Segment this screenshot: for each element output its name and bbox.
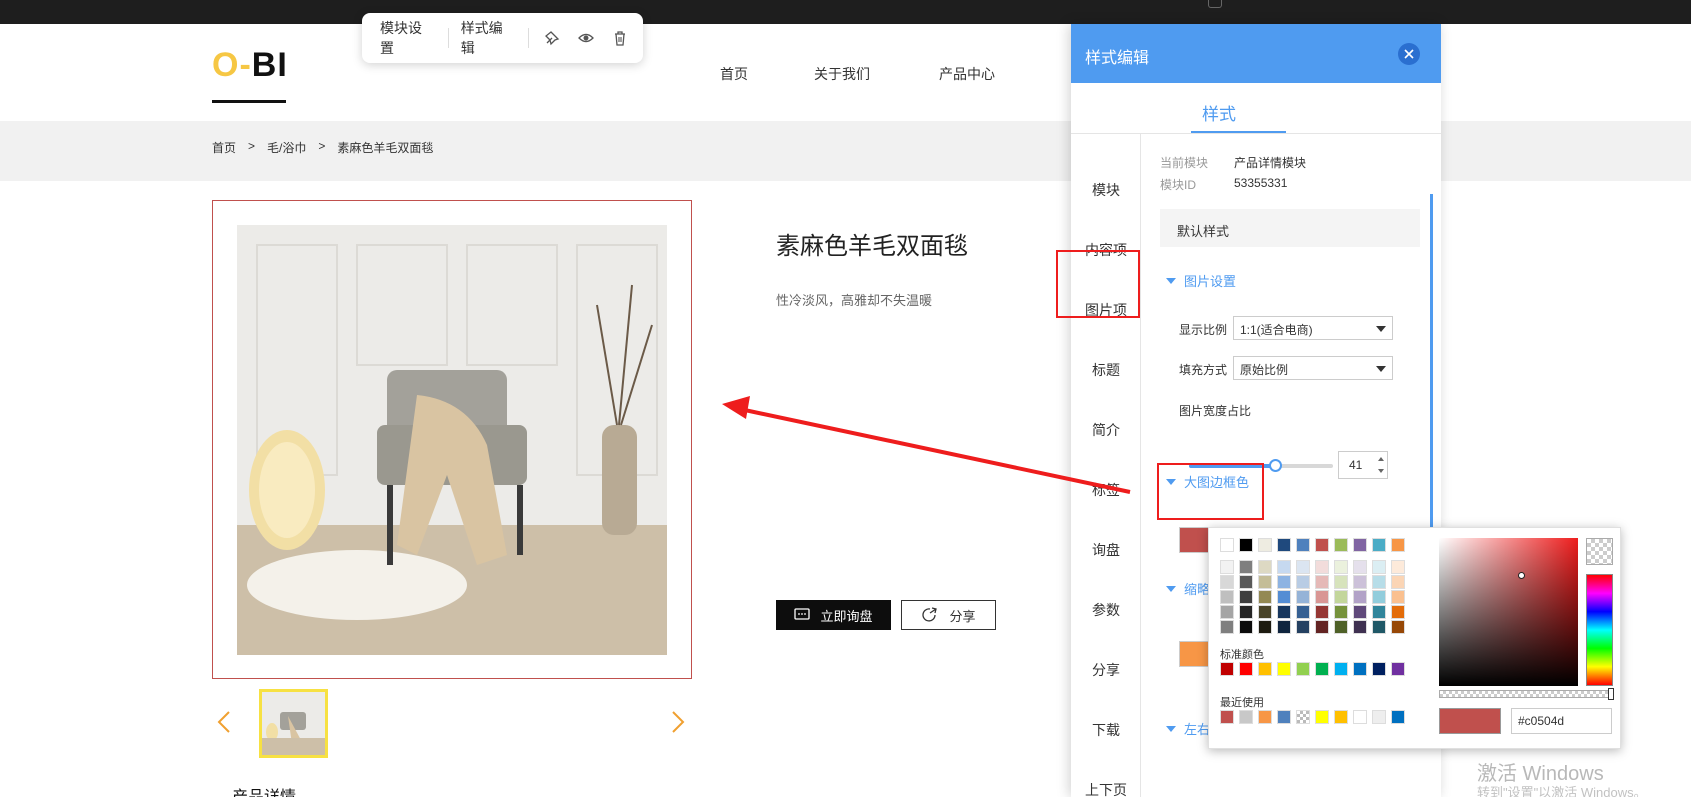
standard-color-swatch[interactable] [1258,662,1272,676]
theme-color-swatch[interactable] [1220,538,1234,552]
theme-shade-swatch[interactable] [1391,620,1405,634]
theme-shade-swatch[interactable] [1296,575,1310,589]
theme-color-swatch[interactable] [1277,538,1291,552]
theme-color-swatch[interactable] [1353,538,1367,552]
hue-slider[interactable] [1586,574,1613,686]
theme-shade-swatch[interactable] [1315,560,1329,574]
recent-color-swatch[interactable] [1258,710,1272,724]
theme-shade-swatch[interactable] [1315,590,1329,604]
theme-shade-swatch[interactable] [1315,605,1329,619]
theme-shade-swatch[interactable] [1334,605,1348,619]
color-preview [1439,708,1501,734]
theme-shade-swatch[interactable] [1277,590,1291,604]
saturation-cursor[interactable] [1518,572,1525,579]
recent-color-swatch[interactable] [1239,710,1253,724]
theme-shade-swatch[interactable] [1239,560,1253,574]
standard-colors-label: 标准颜色 [1220,649,1264,661]
theme-shade-swatch[interactable] [1258,590,1272,604]
theme-shade-swatch[interactable] [1239,620,1253,634]
theme-shade-swatch[interactable] [1353,620,1367,634]
theme-shade-swatch[interactable] [1258,575,1272,589]
theme-color-swatch[interactable] [1258,538,1272,552]
theme-shade-swatch[interactable] [1372,590,1386,604]
theme-shade-swatch[interactable] [1258,620,1272,634]
theme-shade-swatch[interactable] [1296,560,1310,574]
saturation-area[interactable] [1439,538,1578,686]
theme-shade-swatch[interactable] [1277,560,1291,574]
theme-shade-swatch[interactable] [1372,620,1386,634]
theme-shade-swatch[interactable] [1353,605,1367,619]
theme-shade-swatch[interactable] [1353,590,1367,604]
standard-color-swatch[interactable] [1353,662,1367,676]
standard-color-swatch[interactable] [1315,662,1329,676]
recent-color-swatch[interactable] [1372,710,1386,724]
recent-color-swatch[interactable] [1391,710,1405,724]
theme-shade-swatch[interactable] [1220,620,1234,634]
theme-shade-swatch[interactable] [1391,605,1405,619]
standard-color-swatch[interactable] [1220,662,1234,676]
theme-shade-swatch[interactable] [1372,575,1386,589]
theme-shade-swatch[interactable] [1258,560,1272,574]
recent-color-swatch[interactable] [1220,710,1234,724]
theme-shade-swatch[interactable] [1353,575,1367,589]
theme-shade-swatch[interactable] [1296,590,1310,604]
standard-color-swatch[interactable] [1296,662,1310,676]
theme-shade-swatch[interactable] [1315,575,1329,589]
theme-shade-swatch[interactable] [1296,620,1310,634]
alpha-slider-handle[interactable] [1608,688,1614,700]
standard-color-swatch[interactable] [1391,662,1405,676]
theme-shade-swatch[interactable] [1391,575,1405,589]
recent-color-swatch[interactable] [1315,710,1329,724]
theme-color-swatch[interactable] [1296,538,1310,552]
theme-shade-swatch[interactable] [1220,605,1234,619]
theme-shade-swatch[interactable] [1334,590,1348,604]
theme-color-swatch[interactable] [1334,538,1348,552]
recent-color-swatch[interactable] [1353,710,1367,724]
theme-shade-swatch[interactable] [1353,560,1367,574]
alpha-slider[interactable] [1439,690,1613,698]
recent-color-swatch[interactable] [1277,710,1291,724]
theme-shade-swatch[interactable] [1391,590,1405,604]
theme-shade-swatch[interactable] [1334,560,1348,574]
theme-shade-swatch[interactable] [1391,560,1405,574]
standard-color-swatch[interactable] [1372,662,1386,676]
hex-input[interactable]: #c0504d [1511,708,1612,734]
theme-shade-swatch[interactable] [1334,575,1348,589]
theme-shade-swatch[interactable] [1296,605,1310,619]
standard-color-swatch[interactable] [1239,662,1253,676]
theme-shade-swatch[interactable] [1239,605,1253,619]
activation-watermark-text: 转到"设置"以激活 Windows。 [1477,785,1647,797]
theme-shade-swatch[interactable] [1220,590,1234,604]
theme-color-swatch[interactable] [1315,538,1329,552]
theme-shade-swatch[interactable] [1258,605,1272,619]
standard-color-swatch[interactable] [1334,662,1348,676]
theme-shade-swatch[interactable] [1372,605,1386,619]
theme-shade-swatch[interactable] [1220,575,1234,589]
transparent-toggle[interactable] [1586,538,1613,565]
theme-shade-swatch[interactable] [1220,560,1234,574]
recent-color-swatch[interactable] [1334,710,1348,724]
theme-shade-swatch[interactable] [1277,575,1291,589]
recent-color-swatch[interactable] [1296,710,1310,724]
theme-color-swatch[interactable] [1372,538,1386,552]
standard-color-swatch[interactable] [1277,662,1291,676]
theme-shade-swatch[interactable] [1334,620,1348,634]
theme-shade-swatch[interactable] [1315,620,1329,634]
recent-colors-label: 最近使用 [1220,697,1264,709]
theme-shade-swatch[interactable] [1372,560,1386,574]
theme-color-swatch[interactable] [1239,538,1253,552]
theme-shade-swatch[interactable] [1277,605,1291,619]
theme-color-swatch[interactable] [1391,538,1405,552]
theme-shade-swatch[interactable] [1239,575,1253,589]
theme-shade-swatch[interactable] [1239,590,1253,604]
theme-shade-swatch[interactable] [1277,620,1291,634]
color-picker-popup: 标准颜色 最近使用 #c0504d [1208,527,1621,749]
